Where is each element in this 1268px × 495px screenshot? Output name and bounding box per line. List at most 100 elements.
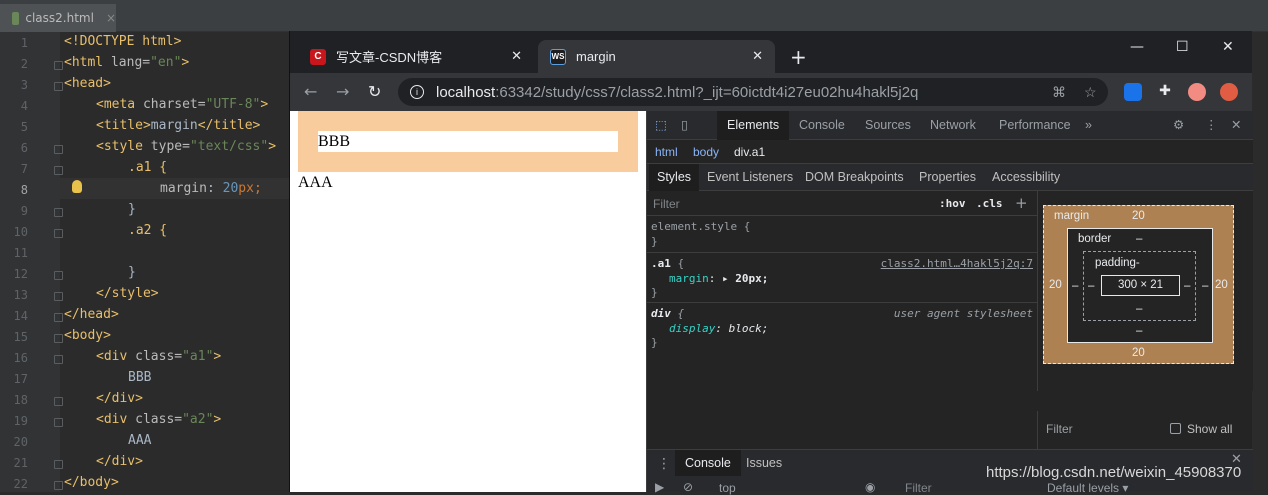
address-bar[interactable]: i localhost:63342/study/css7/class2.html…	[398, 78, 1108, 106]
code-line-16: <div class="a1">	[96, 349, 222, 364]
breadcrumb-html[interactable]: html	[655, 145, 678, 159]
border-left-value[interactable]: –	[1072, 280, 1078, 292]
tab-performance[interactable]: Performance	[999, 111, 1071, 140]
code-line-17: BBB	[128, 370, 152, 385]
profile-avatar[interactable]	[1188, 83, 1206, 101]
margin-top-value[interactable]: 20	[1132, 210, 1145, 222]
device-toggle-icon[interactable]: ▯	[681, 111, 688, 140]
new-rule-plus-icon[interactable]: +	[1015, 194, 1028, 212]
settings-gear-icon[interactable]: ⚙	[1173, 111, 1184, 140]
padding-bottom-value[interactable]: –	[1136, 303, 1142, 315]
code-line-21: </div>	[96, 454, 143, 469]
more-vert-icon[interactable]: ⋮	[1205, 111, 1218, 140]
browser-tab-margin[interactable]: WS margin ✕	[538, 40, 775, 73]
browser-toolbar: ← → ↻ i localhost:63342/study/css7/class…	[290, 73, 1252, 111]
drawer-tab-console[interactable]: Console	[675, 450, 741, 476]
margin-left-value[interactable]: 20	[1049, 279, 1062, 291]
tab-network[interactable]: Network	[930, 111, 976, 140]
subtab-event-listeners[interactable]: Event Listeners	[707, 164, 793, 191]
code-line-18: </div>	[96, 391, 143, 406]
browser-tab-csdn[interactable]: C 写文章-CSDN博客 ✕	[298, 40, 534, 73]
fold-marker-icon[interactable]	[54, 418, 63, 427]
subtab-dom-breakpoints[interactable]: DOM Breakpoints	[805, 164, 904, 191]
editor-tab-class2[interactable]: class2.html ×	[0, 4, 116, 32]
translate-icon[interactable]: ⌘	[1052, 84, 1066, 101]
code-line-8: margin: 20px;	[160, 181, 262, 196]
inspect-cursor-icon[interactable]: ⬚	[655, 111, 667, 140]
subtab-styles[interactable]: Styles	[649, 164, 700, 191]
div-a2: AAA	[298, 174, 333, 191]
context-select[interactable]: top	[719, 481, 736, 495]
reload-icon[interactable]: ↻	[368, 82, 381, 101]
code-line-12: }	[128, 265, 136, 280]
site-info-icon[interactable]: i	[410, 85, 424, 99]
tab-sources[interactable]: Sources	[865, 111, 911, 140]
cls-button[interactable]: .cls	[976, 197, 1003, 210]
border-top-value[interactable]: –	[1136, 233, 1142, 245]
fold-marker-icon[interactable]	[54, 229, 63, 238]
a1-rule-source-link[interactable]: class2.html…4hakl5j2q:7	[881, 257, 1033, 270]
fold-marker-icon[interactable]	[54, 61, 63, 70]
border-right-value[interactable]: –	[1202, 280, 1208, 292]
code-line-6: <style type="text/css">	[96, 139, 277, 154]
box-model-margin[interactable]: margin 20 20 20 20 border – – – – paddin…	[1043, 205, 1234, 364]
close-window-icon[interactable]: ✕	[1222, 39, 1234, 55]
breadcrumb-body[interactable]: body	[693, 145, 719, 159]
computed-filter-input[interactable]: Filter	[1046, 422, 1073, 436]
padding-right-value[interactable]: –	[1184, 280, 1190, 292]
fold-marker-icon[interactable]	[54, 334, 63, 343]
puzzle-icon[interactable]: ✚	[1156, 83, 1174, 101]
fold-marker-icon[interactable]	[54, 355, 63, 364]
fold-marker-icon[interactable]	[54, 208, 63, 217]
close-icon[interactable]: ✕	[511, 48, 522, 64]
fold-marker-icon[interactable]	[54, 397, 63, 406]
box-model-padding[interactable]: padding- – – – 300 × 21	[1083, 251, 1196, 321]
new-tab-plus-icon[interactable]: +	[790, 45, 807, 69]
log-levels-select[interactable]: Default levels ▾	[1047, 481, 1128, 495]
a1-margin-declaration[interactable]: margin: ▸ 20px;	[669, 272, 768, 285]
extension-icon[interactable]	[1124, 83, 1142, 101]
show-all-checkbox[interactable]	[1170, 423, 1181, 434]
box-model-border[interactable]: border – – – – padding- – – – 300 × 21	[1067, 228, 1213, 343]
line-number: 4	[20, 99, 28, 113]
line-number: 22	[13, 477, 28, 491]
update-icon[interactable]	[1220, 83, 1238, 101]
line-number: 14	[13, 309, 28, 323]
forward-arrow-icon[interactable]: →	[336, 82, 349, 101]
close-devtools-icon[interactable]: ✕	[1231, 111, 1241, 140]
subtab-properties[interactable]: Properties	[919, 164, 976, 191]
padding-label: padding-	[1095, 257, 1140, 269]
fold-marker-icon[interactable]	[54, 313, 63, 322]
border-bottom-value[interactable]: –	[1136, 325, 1142, 337]
fold-marker-icon[interactable]	[54, 166, 63, 175]
fold-marker-icon[interactable]	[54, 481, 63, 490]
lightbulb-icon[interactable]	[72, 180, 82, 193]
breadcrumb-div-a1[interactable]: div.a1	[734, 145, 765, 159]
hov-button[interactable]: :hov	[939, 197, 966, 210]
styles-filter-input[interactable]: Filter	[653, 197, 680, 211]
close-icon[interactable]: ×	[106, 11, 116, 25]
minimize-icon[interactable]: —	[1130, 39, 1144, 55]
fold-marker-icon[interactable]	[54, 460, 63, 469]
console-filter-input[interactable]: Filter	[905, 481, 932, 495]
close-icon[interactable]: ✕	[752, 48, 763, 64]
maximize-icon[interactable]: ☐	[1176, 39, 1189, 55]
tab-elements[interactable]: Elements	[717, 111, 790, 140]
padding-left-value[interactable]: –	[1088, 280, 1094, 292]
margin-bottom-value[interactable]: 20	[1132, 347, 1145, 359]
more-tabs-chevron-icon[interactable]: »	[1085, 111, 1092, 140]
bookmark-star-icon[interactable]: ☆	[1084, 84, 1097, 101]
fold-marker-icon[interactable]	[54, 82, 63, 91]
subtab-accessibility[interactable]: Accessibility	[992, 164, 1060, 191]
box-model-content-size[interactable]: 300 × 21	[1101, 275, 1180, 296]
back-arrow-icon[interactable]: ←	[304, 82, 317, 101]
styles-pane: Filter :hov .cls + element.style { } .a1…	[647, 191, 1037, 441]
tab-console[interactable]: Console	[799, 111, 845, 140]
fold-marker-icon[interactable]	[54, 292, 63, 301]
margin-right-value[interactable]: 20	[1215, 279, 1228, 291]
fold-marker-icon[interactable]	[54, 271, 63, 280]
drawer-menu-icon[interactable]: ⋮	[657, 456, 671, 472]
drawer-tab-issues[interactable]: Issues	[746, 450, 782, 476]
fold-marker-icon[interactable]	[54, 145, 63, 154]
line-number: 17	[13, 372, 28, 386]
